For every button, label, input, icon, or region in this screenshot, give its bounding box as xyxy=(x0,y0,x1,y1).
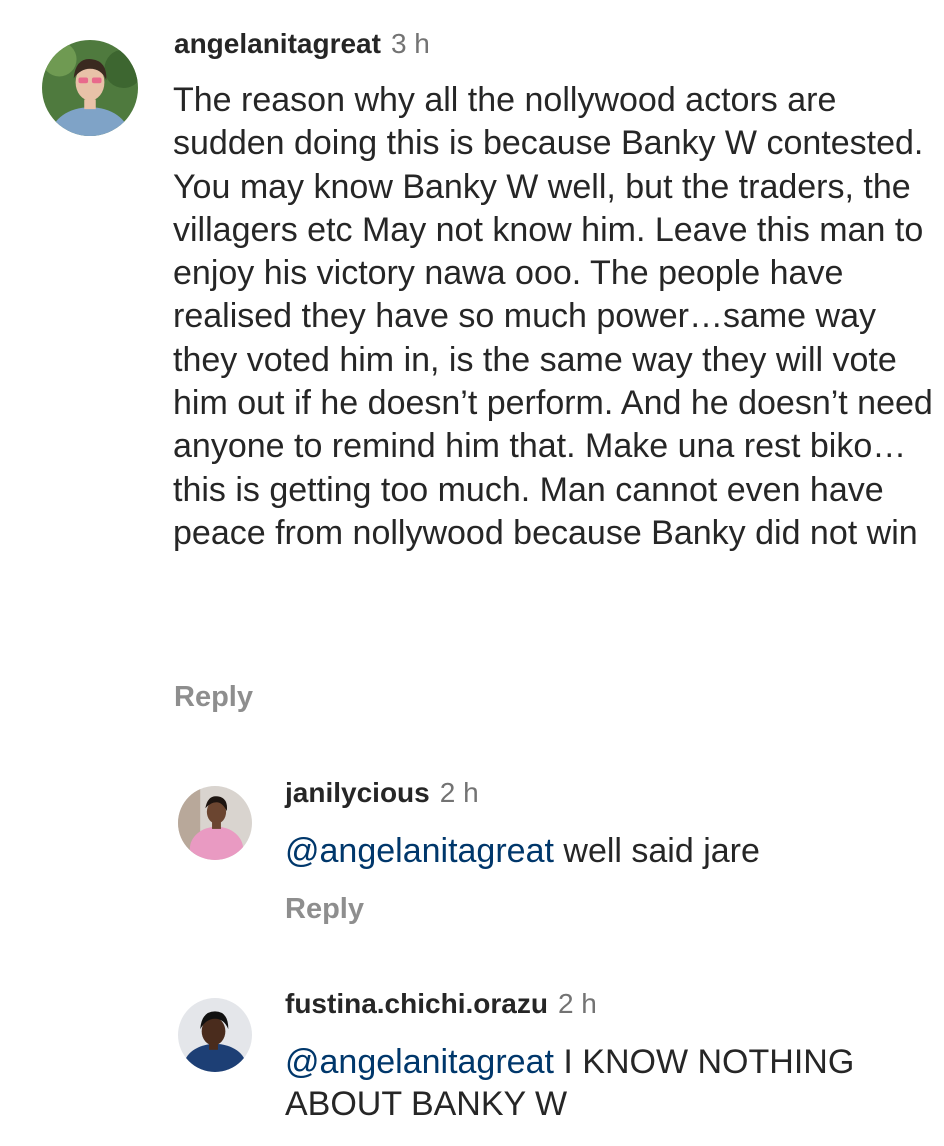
reply-avatar-fustina[interactable] xyxy=(178,998,252,1072)
reply-username[interactable]: janilycious xyxy=(285,777,430,808)
comment-text: The reason why all the nollywood actors … xyxy=(173,81,933,552)
avatar-photo-icon xyxy=(178,998,252,1072)
reply-button[interactable]: Reply xyxy=(174,679,253,715)
reply-avatar-janilycious[interactable] xyxy=(178,786,252,860)
avatar-photo-icon xyxy=(178,786,252,860)
reply-message: well said jare xyxy=(553,832,760,870)
mention-link[interactable]: @angelanitagreat xyxy=(285,832,554,870)
commenter-username[interactable]: angelanitagreat xyxy=(174,28,381,59)
reply-timestamp: 2 h xyxy=(439,777,479,808)
reply-username[interactable]: fustina.chichi.orazu xyxy=(285,988,548,1019)
reply-button[interactable]: Reply xyxy=(285,891,364,927)
avatar-photo-icon xyxy=(42,40,138,136)
reply-header: janilycious 2 h xyxy=(285,775,479,811)
mention-link[interactable]: @angelanitagreat xyxy=(285,1043,554,1081)
comment-header: angelanitagreat 3 h xyxy=(174,26,430,62)
comment-timestamp: 3 h xyxy=(390,28,430,59)
reply-text: @angelanitagreat well said jare xyxy=(285,830,925,872)
reply-timestamp: 2 h xyxy=(557,988,597,1019)
commenter-avatar[interactable] xyxy=(42,40,138,136)
reply-text: @angelanitagreat I KNOW NOTHING ABOUT BA… xyxy=(285,1041,925,1125)
reply-header: fustina.chichi.orazu 2 h xyxy=(285,986,597,1022)
